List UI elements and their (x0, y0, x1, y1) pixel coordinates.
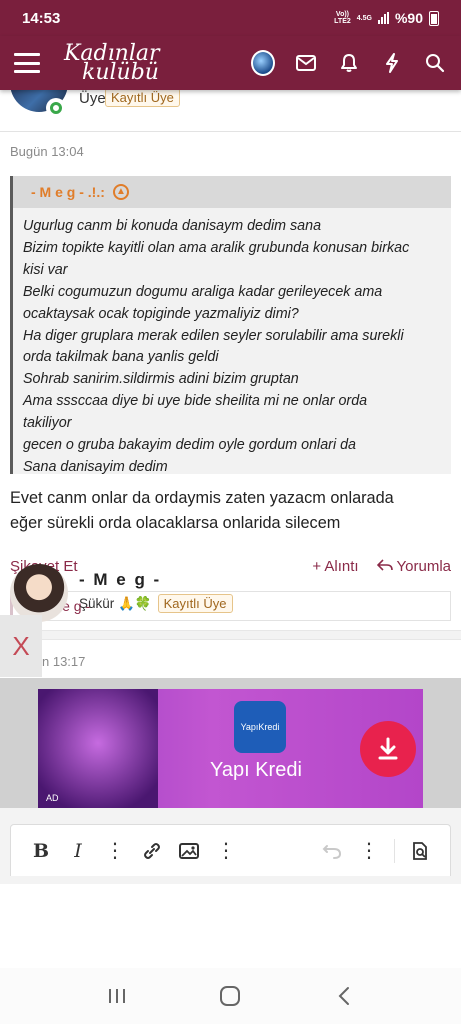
recent-apps-icon[interactable] (102, 981, 132, 1011)
reply-link[interactable]: Yorumla (376, 558, 451, 575)
signal-icon (377, 12, 389, 24)
preview-icon[interactable] (394, 838, 432, 863)
post-divider (0, 630, 461, 640)
back-icon[interactable] (329, 981, 359, 1011)
bold-button[interactable]: B (29, 839, 53, 863)
avatar (251, 50, 275, 76)
ad-creative[interactable]: YapıKredi Yapı Kredi AD (38, 689, 423, 809)
image-icon[interactable] (177, 839, 201, 863)
post-author-meta: Şükür 🙏🍀 Kayıtlı Üye (79, 594, 233, 613)
bell-icon[interactable] (337, 51, 361, 75)
quote-author: - M e g - .!.: (31, 184, 105, 200)
battery-percent: %90 (394, 10, 423, 26)
mail-icon[interactable] (294, 51, 318, 75)
system-nav-bar (0, 968, 461, 1024)
online-status-icon (46, 98, 66, 118)
site-logo[interactable]: Kadınlar kulübü (64, 43, 194, 84)
post-message: Evet canm onlar da ordaymis zaten yazacm… (10, 489, 394, 532)
search-icon[interactable] (423, 51, 447, 75)
network-indicator: Vo)) LTE2 (334, 11, 351, 25)
home-icon[interactable] (215, 981, 245, 1011)
user-avatar-button[interactable] (251, 50, 275, 76)
post-header: Üye Kayıtlı Üye (0, 70, 461, 132)
network-type: 4.5G (356, 14, 372, 22)
status-bar: 14:53 Vo)) LTE2 4.5G %90 (0, 0, 461, 36)
post-date[interactable]: Bugün 13:04 (10, 144, 84, 159)
post-author[interactable]: - M e g - (79, 570, 161, 590)
post-actions: Şikayet Et + Alıntı Yorumla (10, 554, 451, 578)
ad-image (38, 689, 158, 809)
bolt-icon[interactable] (380, 51, 404, 75)
avatar[interactable] (10, 564, 68, 622)
more-options-icon[interactable]: ⋮ (357, 839, 381, 863)
ad-label: AD (46, 793, 59, 803)
reply-icon (376, 558, 393, 571)
header-icons (251, 50, 447, 76)
reply-editor: B I ⋮ ⋮ ⋮ (0, 808, 461, 884)
more-text-options-icon[interactable]: ⋮ (103, 839, 127, 863)
status-indicators: Vo)) LTE2 4.5G %90 (334, 10, 439, 26)
status-time: 14:53 (22, 9, 61, 27)
battery-icon (429, 10, 439, 26)
ad-logo: YapıKredi (234, 701, 286, 753)
quote-header[interactable]: - M e g - .!.: ▲ (13, 176, 451, 208)
user-status: Şükür 🙏🍀 (79, 595, 152, 611)
user-badge: Kayıtlı Üye (157, 594, 233, 613)
close-ad-button[interactable]: X (0, 615, 42, 677)
user-badge: Kayıtlı Üye (105, 88, 180, 107)
italic-button[interactable]: I (66, 839, 90, 863)
ad-brand: Yapı Kredi (210, 759, 302, 781)
editor-toolbar: B I ⋮ ⋮ ⋮ (10, 824, 451, 876)
quote-link[interactable]: + Alıntı (312, 558, 358, 575)
ad-banner: YapıKredi Yapı Kredi AD (0, 678, 461, 809)
quote-text: Ugurlug canm bi konuda danisaym dedim sa… (23, 218, 410, 475)
undo-icon[interactable] (320, 839, 344, 863)
link-icon[interactable] (140, 839, 164, 863)
user-title: Üye (79, 90, 106, 107)
menu-icon[interactable] (14, 53, 40, 73)
more-insert-options-icon[interactable]: ⋮ (214, 839, 238, 863)
post-date[interactable]: n 13:17 (42, 654, 85, 669)
arrow-up-circle-icon[interactable]: ▲ (112, 184, 129, 200)
app-header: Kadınlar kulübü (0, 36, 461, 90)
quote-block: - M e g - .!.: ▲ Ugurlug canm bi konuda … (10, 176, 451, 475)
download-icon[interactable] (360, 721, 416, 777)
